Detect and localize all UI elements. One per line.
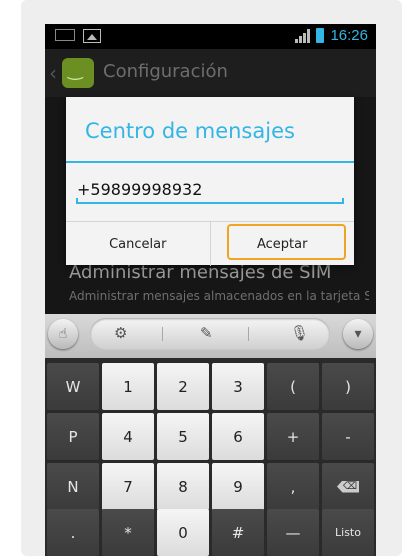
keyboard-notification-icon — [55, 29, 75, 41]
cancel-button[interactable]: Cancelar — [66, 222, 211, 266]
input-underline — [76, 198, 344, 204]
key-7[interactable]: 7 — [102, 463, 154, 510]
key-w[interactable]: W — [47, 363, 99, 410]
microphone-icon[interactable]: 🎙 — [290, 324, 309, 342]
key-1[interactable]: 1 — [102, 363, 154, 410]
battery-icon — [316, 28, 325, 43]
key-p[interactable]: P — [47, 413, 99, 460]
status-clock: 16:26 — [330, 27, 368, 44]
keyboard-row: W 1 2 3 ( ) — [45, 363, 376, 410]
key-4[interactable]: 4 — [102, 413, 154, 460]
key-2[interactable]: 2 — [157, 363, 209, 410]
signal-icon — [295, 28, 311, 43]
phone-screen: 16:26 ‹ Configuración Administrar mensaj… — [45, 24, 376, 556]
handwriting-icon[interactable]: ✎ — [200, 324, 213, 342]
settings-gear-icon[interactable]: ⚙ — [114, 324, 127, 342]
key-close-paren[interactable]: ) — [322, 363, 374, 410]
key-9[interactable]: 9 — [212, 463, 264, 510]
back-chevron-icon[interactable]: ‹ — [49, 61, 57, 85]
key-asterisk[interactable]: * — [102, 509, 154, 556]
message-center-number-input[interactable] — [76, 175, 341, 203]
pill-divider — [248, 327, 249, 341]
keyboard-row: N 7 8 9 , ⌫ — [45, 463, 376, 510]
key-5[interactable]: 5 — [157, 413, 209, 460]
key-n[interactable]: N — [47, 463, 99, 510]
status-bar: 16:26 — [45, 24, 376, 49]
key-3[interactable]: 3 — [212, 363, 264, 410]
backspace-key[interactable]: ⌫ — [322, 463, 374, 510]
message-center-dialog: Centro de mensajes Cancelar Aceptar — [66, 97, 354, 266]
backspace-icon: ⌫ — [337, 480, 359, 493]
space-key[interactable]: — — [267, 509, 319, 556]
action-bar: ‹ Configuración — [45, 49, 376, 97]
dialog-title-divider — [66, 161, 354, 163]
key-hash[interactable]: # — [212, 509, 264, 556]
keyboard-row: . * 0 # — Listo — [45, 509, 376, 556]
key-comma[interactable]: , — [267, 463, 319, 510]
image-notification-icon — [83, 29, 101, 43]
key-0[interactable]: 0 — [157, 509, 209, 556]
key-period[interactable]: . — [47, 509, 99, 556]
accept-button[interactable]: Aceptar — [211, 222, 355, 266]
chevron-down-icon[interactable]: ▾ — [343, 319, 373, 349]
numeric-keyboard: W 1 2 3 ( ) P 4 5 6 + - N 7 8 9 , ⌫ . * — [45, 358, 376, 556]
accept-highlight-box — [226, 224, 346, 260]
keyboard-options-pill: ⚙ ✎ 🎙 — [90, 318, 330, 350]
touch-hand-icon[interactable]: ☝ — [48, 319, 78, 349]
messaging-app-icon — [62, 58, 94, 88]
key-minus[interactable]: - — [322, 413, 374, 460]
setting-item-subtitle: Administrar mensajes almacenados en la t… — [69, 289, 369, 303]
keyboard-toolbar: ☝ ⚙ ✎ 🎙 ▾ — [45, 314, 376, 358]
key-8[interactable]: 8 — [157, 463, 209, 510]
dialog-button-bar: Cancelar Aceptar — [66, 221, 354, 266]
keyboard-row: P 4 5 6 + - — [45, 413, 376, 460]
dialog-title: Centro de mensajes — [85, 119, 295, 143]
action-bar-title: Configuración — [103, 61, 228, 82]
cancel-button-label: Cancelar — [109, 236, 167, 252]
done-key[interactable]: Listo — [322, 509, 374, 556]
key-plus[interactable]: + — [267, 413, 319, 460]
key-open-paren[interactable]: ( — [267, 363, 319, 410]
pill-divider — [162, 327, 163, 341]
key-6[interactable]: 6 — [212, 413, 264, 460]
